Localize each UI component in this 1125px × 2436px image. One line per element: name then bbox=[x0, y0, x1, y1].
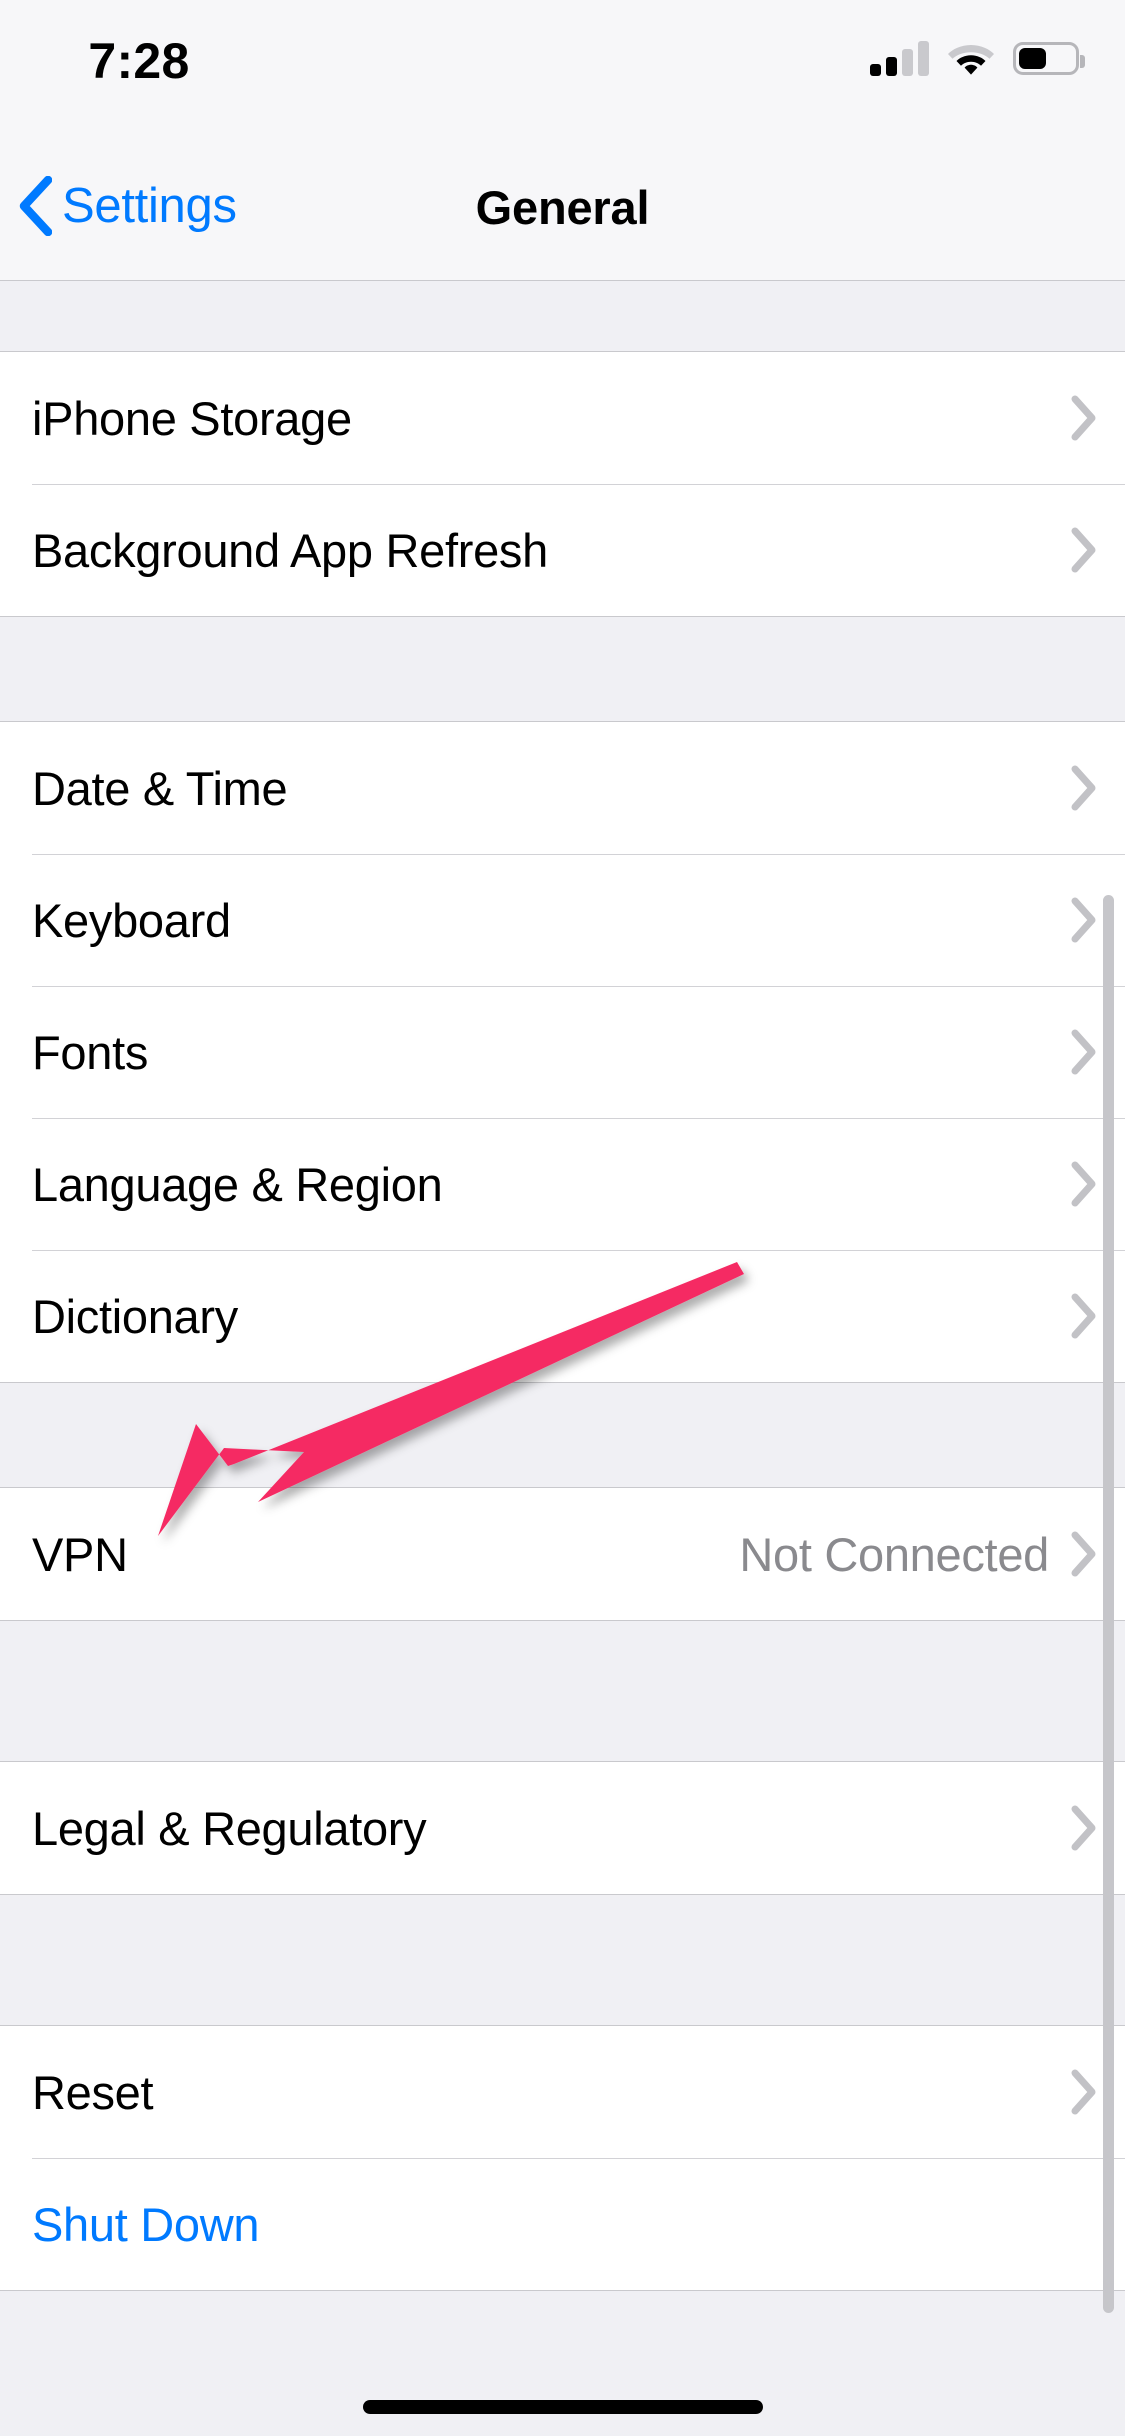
section-gap bbox=[0, 617, 1125, 721]
section-gap bbox=[0, 2291, 1125, 2436]
iphone-screen: 7:28 Settings General iPhone Storage Bac… bbox=[0, 0, 1125, 2436]
chevron-right-icon bbox=[1071, 527, 1097, 573]
list-item-shut-down[interactable]: Shut Down bbox=[0, 2158, 1125, 2290]
settings-group-localization: Date & Time Keyboard Fonts Language & Re… bbox=[0, 721, 1125, 1383]
list-item-label: Language & Region bbox=[32, 1157, 443, 1211]
settings-group-storage: iPhone Storage Background App Refresh bbox=[0, 351, 1125, 617]
chevron-right-icon bbox=[1071, 1161, 1097, 1207]
chevron-right-icon bbox=[1071, 897, 1097, 943]
cellular-signal-icon bbox=[870, 40, 929, 76]
chevron-right-icon bbox=[1071, 765, 1097, 811]
status-bar: 7:28 bbox=[0, 0, 1125, 140]
list-item-label: Shut Down bbox=[32, 2197, 260, 2251]
settings-group-legal: Legal & Regulatory bbox=[0, 1761, 1125, 1895]
section-gap bbox=[0, 1383, 1125, 1487]
list-item-accessory bbox=[1071, 1805, 1097, 1851]
chevron-right-icon bbox=[1071, 2069, 1097, 2115]
page-title: General bbox=[475, 181, 650, 234]
status-bar-time: 7:28 bbox=[88, 33, 190, 89]
list-item-date-and-time[interactable]: Date & Time bbox=[0, 722, 1125, 854]
section-gap bbox=[0, 1621, 1125, 1761]
list-item-accessory bbox=[1071, 1029, 1097, 1075]
chevron-right-icon bbox=[1071, 395, 1097, 441]
list-item-label: VPN bbox=[32, 1527, 128, 1581]
section-gap bbox=[0, 1895, 1125, 2025]
list-item-accessory bbox=[1071, 765, 1097, 811]
chevron-right-icon bbox=[1071, 1293, 1097, 1339]
list-item-label: Reset bbox=[32, 2065, 154, 2119]
battery-icon bbox=[1013, 41, 1085, 75]
list-item-label: iPhone Storage bbox=[32, 391, 352, 445]
list-item-dictionary[interactable]: Dictionary bbox=[0, 1250, 1125, 1382]
list-item-label: Date & Time bbox=[32, 761, 288, 815]
chevron-right-icon bbox=[1071, 1531, 1097, 1577]
settings-group-system: Reset Shut Down bbox=[0, 2025, 1125, 2291]
list-item-accessory bbox=[1071, 395, 1097, 441]
list-item-label: Legal & Regulatory bbox=[32, 1801, 427, 1855]
list-item-vpn[interactable]: VPN Not Connected bbox=[0, 1488, 1125, 1620]
section-gap bbox=[0, 281, 1125, 351]
list-item-label: Dictionary bbox=[32, 1289, 238, 1343]
list-item-accessory bbox=[1071, 1293, 1097, 1339]
list-item-accessory bbox=[1071, 527, 1097, 573]
list-item-keyboard[interactable]: Keyboard bbox=[0, 854, 1125, 986]
list-item-language-and-region[interactable]: Language & Region bbox=[0, 1118, 1125, 1250]
settings-group-vpn: VPN Not Connected bbox=[0, 1487, 1125, 1621]
list-item-accessory bbox=[1071, 897, 1097, 943]
list-item-reset[interactable]: Reset bbox=[0, 2026, 1125, 2158]
navigation-bar: Settings General bbox=[0, 140, 1125, 281]
wifi-icon bbox=[948, 41, 994, 76]
vpn-status-value: Not Connected bbox=[739, 1527, 1049, 1581]
home-indicator[interactable] bbox=[362, 2400, 763, 2414]
list-item-label: Fonts bbox=[32, 1025, 149, 1079]
list-item-legal-and-regulatory[interactable]: Legal & Regulatory bbox=[0, 1762, 1125, 1894]
vertical-scrollbar[interactable] bbox=[1103, 895, 1114, 2313]
list-item-accessory bbox=[1071, 1161, 1097, 1207]
chevron-right-icon bbox=[1071, 1805, 1097, 1851]
chevron-right-icon bbox=[1071, 1029, 1097, 1075]
list-item-accessory: Not Connected bbox=[739, 1527, 1097, 1582]
list-item-fonts[interactable]: Fonts bbox=[0, 986, 1125, 1118]
settings-list: iPhone Storage Background App Refresh Da… bbox=[0, 281, 1125, 2436]
list-item-accessory bbox=[1071, 2069, 1097, 2115]
status-bar-icons bbox=[870, 40, 1085, 76]
list-item-iphone-storage[interactable]: iPhone Storage bbox=[0, 352, 1125, 484]
list-item-background-app-refresh[interactable]: Background App Refresh bbox=[0, 484, 1125, 616]
list-item-label: Keyboard bbox=[32, 893, 231, 947]
list-item-label: Background App Refresh bbox=[32, 523, 548, 577]
